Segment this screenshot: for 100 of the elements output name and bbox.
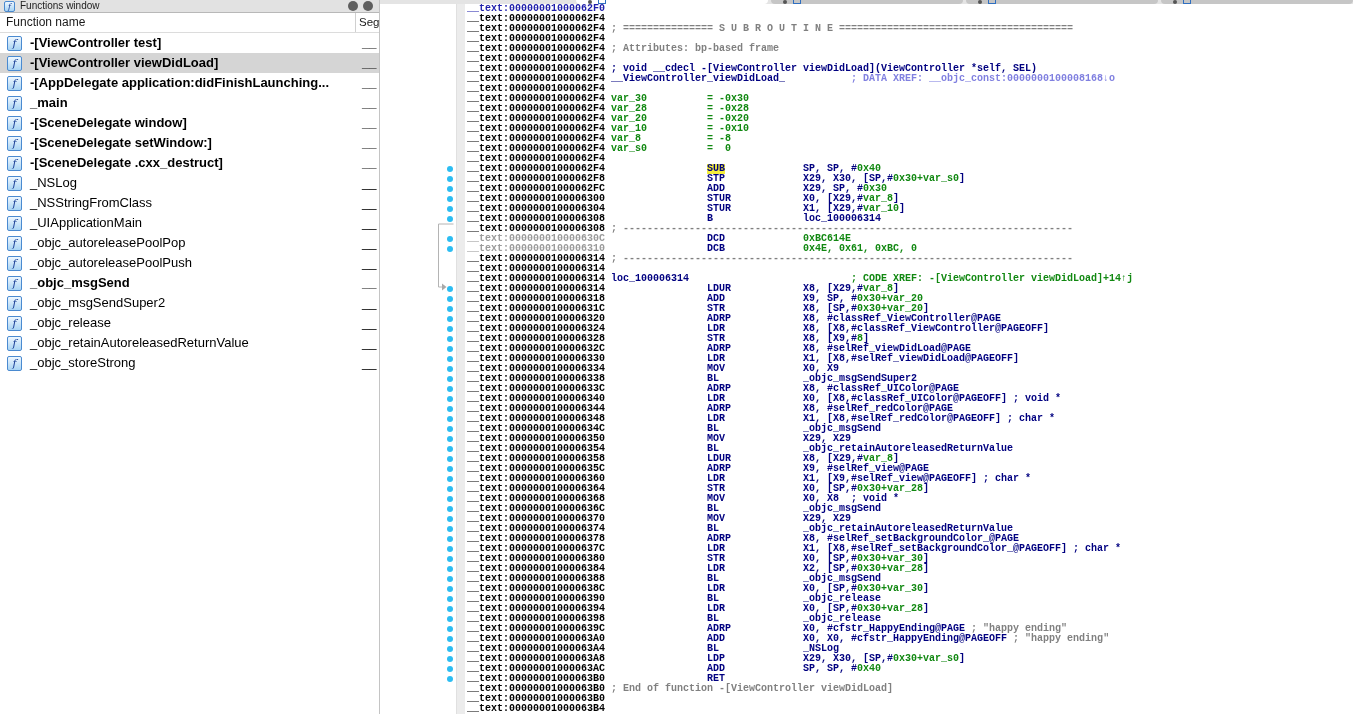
instruction-mnemonic: LDR <box>707 354 726 364</box>
line-address: __text:00000001000063A0 <box>467 634 606 644</box>
line-address: __text:0000000100006330 <box>467 354 606 364</box>
code-label[interactable]: loc_100006314 <box>611 274 690 284</box>
function-row[interactable]: f -[AppDelegate application:didFinishLaunching... __ <box>0 73 379 93</box>
function-icon: f <box>7 215 22 231</box>
line-address: __text:00000001000062F4 <box>467 104 606 114</box>
instruction-mnemonic: ADRP <box>707 534 732 544</box>
instruction-mnemonic: STR <box>707 304 726 314</box>
function-name: _objc_autoreleasePoolPop <box>30 235 186 251</box>
line-dot-icon <box>447 186 453 192</box>
instruction-mnemonic: ADRP <box>707 404 732 414</box>
xref-comment[interactable]: ; DATA XREF: __objc_const:0000000100008168↓o <box>851 74 1116 84</box>
function-row[interactable]: f _objc_retainAutoreleasedReturnValue __ <box>0 333 379 353</box>
window-icon <box>1183 0 1191 4</box>
instruction-operands: X0, [SP,#0x30+var_28] <box>803 604 930 614</box>
function-name: _objc_msgSendSuper2 <box>30 295 166 311</box>
instruction-mnemonic: LDUR <box>707 284 732 294</box>
line-address: __text:0000000100006310 <box>467 244 606 254</box>
line-address: __text:000000010000632C <box>467 344 606 354</box>
line-dot-icon <box>447 626 453 632</box>
function-row[interactable]: f _objc_storeStrong __ <box>0 353 379 373</box>
line-address: __text:000000010000631C <box>467 304 606 314</box>
line-dot-icon <box>447 576 453 582</box>
function-row[interactable]: f -[ViewController test] __ <box>0 33 379 53</box>
function-row[interactable]: f -[ViewController viewDidLoad] __ <box>0 53 379 73</box>
instruction-operands: 0xBC614E <box>803 234 852 244</box>
tab-dot-icon <box>978 0 982 4</box>
line-dot-icon <box>447 476 453 482</box>
line-address: __text:0000000100006380 <box>467 554 606 564</box>
function-icon: f <box>7 235 22 251</box>
code-label[interactable]: __ViewController_viewDidLoad_ <box>611 74 786 84</box>
function-row[interactable]: f _objc_release __ <box>0 313 379 333</box>
line-dot-icon <box>447 216 453 222</box>
function-row[interactable]: f _objc_msgSendSuper2 __ <box>0 293 379 313</box>
instruction-mnemonic: BL <box>707 644 720 654</box>
line-address: __text:00000001000063B0 <box>467 684 606 694</box>
instruction-operands: X1, [X9,#selRef_view@PAGEOFF] ; char * <box>803 474 1032 484</box>
column-header[interactable]: Seg <box>356 13 380 32</box>
instruction-mnemonic: STR <box>707 484 726 494</box>
line-dot-icon <box>447 616 453 622</box>
xref-comment[interactable]: ; CODE XREF: -[ViewController viewDidLoad]+14↑j <box>851 274 1134 284</box>
instruction-mnemonic: ADD <box>707 184 726 194</box>
view-tab[interactable] <box>1161 0 1353 4</box>
instruction-operands: X1, [X8,#selRef_viewDidLoad@PAGEOFF] <box>803 354 1020 364</box>
instruction-operands: X0, [X29,#var_8] <box>803 194 900 204</box>
segment-text: __ <box>362 355 377 371</box>
function-row[interactable]: f _objc_msgSend __ <box>0 273 379 293</box>
line-address: __text:00000001000062F0 <box>467 4 606 14</box>
jump-arrow <box>438 223 454 291</box>
line-dot-icon <box>447 436 453 442</box>
window-icon <box>598 0 606 4</box>
line-address: __text:00000001000062F4 <box>467 114 606 124</box>
view-tab[interactable] <box>966 0 1158 4</box>
line-dot-icon <box>447 356 453 362</box>
line-address: __text:0000000100006348 <box>467 414 606 424</box>
instruction-mnemonic: BL <box>707 594 720 604</box>
segment-text: __ <box>362 295 377 311</box>
function-name: _NSLog <box>30 175 77 191</box>
line-address: __text:00000001000062FC <box>467 184 606 194</box>
line-address: __text:0000000100006328 <box>467 334 606 344</box>
function-row[interactable]: f -[SceneDelegate setWindow:] __ <box>0 133 379 153</box>
tab-dot-icon <box>783 0 787 4</box>
column-header[interactable]: Function name <box>0 13 356 32</box>
instruction-operands: X0, [X8,#classRef_UIColor@PAGEOFF] ; void * <box>803 394 1062 404</box>
function-row[interactable]: f -[SceneDelegate .cxx_destruct] __ <box>0 153 379 173</box>
line-dot-icon <box>447 666 453 672</box>
instruction-mnemonic: STP <box>707 174 726 184</box>
function-row[interactable]: f _main __ <box>0 93 379 113</box>
window-icon <box>988 0 996 4</box>
line-address: __text:00000001000063B0 <box>467 694 606 704</box>
function-row[interactable]: f _objc_autoreleasePoolPush __ <box>0 253 379 273</box>
function-row[interactable]: f _objc_autoreleasePoolPop __ <box>0 233 379 253</box>
line-dot-icon <box>447 566 453 572</box>
line-address: __text:0000000100006394 <box>467 604 606 614</box>
segment-text: __ <box>362 175 377 191</box>
function-row[interactable]: f _NSStringFromClass __ <box>0 193 379 213</box>
line-address: __text:0000000100006308 <box>467 214 606 224</box>
instruction-operands: _objc_retainAutoreleasedReturnValue <box>803 444 1014 454</box>
line-dot-icon <box>447 606 453 612</box>
function-row[interactable]: f _UIApplicationMain __ <box>0 213 379 233</box>
line-address: __text:000000010000639C <box>467 624 606 634</box>
code-comment: ; Attributes: bp-based frame <box>611 44 780 54</box>
function-name: -[AppDelegate application:didFinishLaunching... <box>30 75 329 91</box>
instruction-mnemonic: LDR <box>707 394 726 404</box>
variable-value: = -0x30 <box>707 94 750 104</box>
function-icon: f <box>7 155 22 171</box>
instruction-mnemonic: ADRP <box>707 624 732 634</box>
line-address: __text:00000001000063B4 <box>467 704 606 714</box>
function-row[interactable]: f -[SceneDelegate window] __ <box>0 113 379 133</box>
segment-text: __ <box>362 95 377 111</box>
instruction-mnemonic: ADD <box>707 664 726 674</box>
instruction-mnemonic: LDR <box>707 414 726 424</box>
segment-text: __ <box>362 115 377 131</box>
instruction-mnemonic: STR <box>707 334 726 344</box>
function-row[interactable]: f _NSLog __ <box>0 173 379 193</box>
line-address: __text:00000001000063B0 <box>467 674 606 684</box>
view-tab[interactable] <box>771 0 963 4</box>
instruction-mnemonic: B <box>707 214 714 224</box>
variable-name: var_30 <box>611 94 648 104</box>
